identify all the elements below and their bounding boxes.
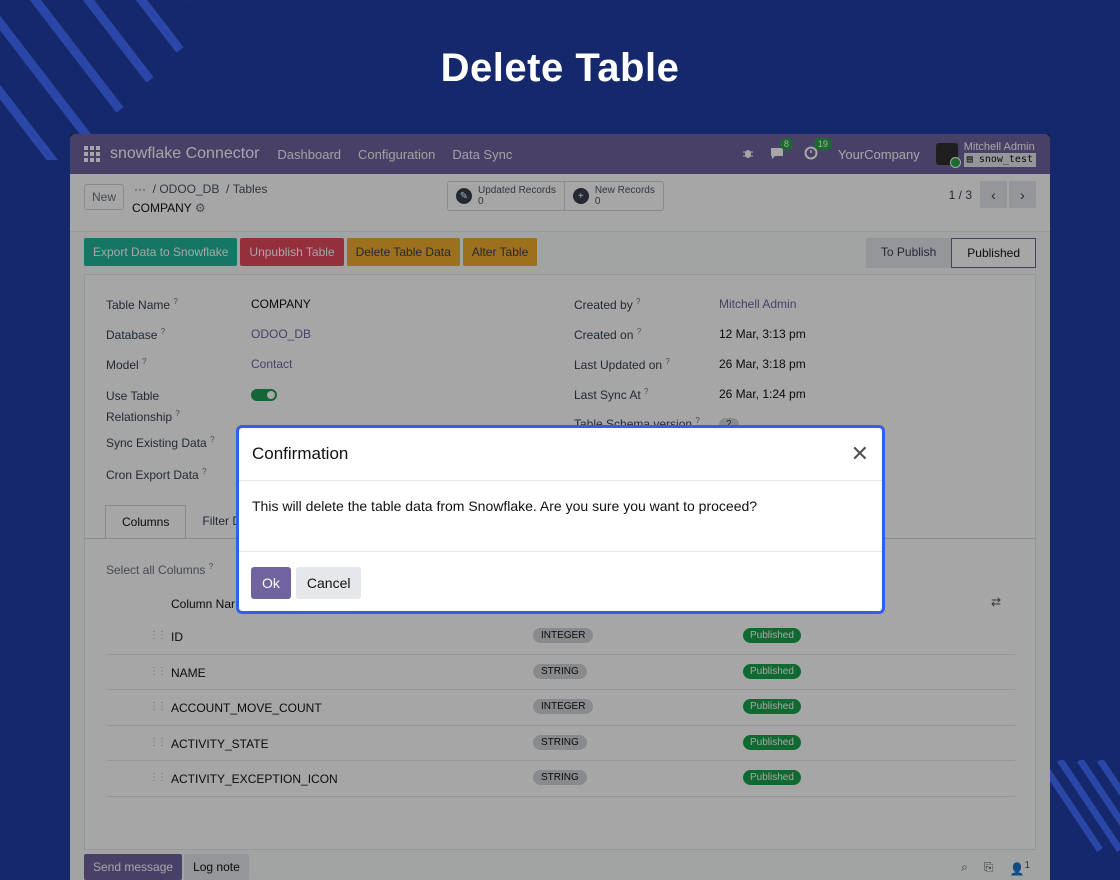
cancel-button[interactable]: Cancel (295, 567, 362, 599)
dialog-message: This will delete the table data from Sno… (239, 481, 882, 552)
confirmation-dialog: Confirmation ✕ This will delete the tabl… (236, 425, 885, 614)
ok-button[interactable]: Ok (251, 567, 291, 599)
dialog-header: Confirmation ✕ (239, 428, 882, 481)
decorative-stripes-bottom-right (1040, 760, 1120, 852)
dialog-footer: Ok Cancel (239, 552, 882, 611)
page-title: Delete Table (440, 46, 680, 90)
dialog-title: Confirmation (252, 444, 349, 463)
close-icon[interactable]: ✕ (851, 443, 869, 465)
